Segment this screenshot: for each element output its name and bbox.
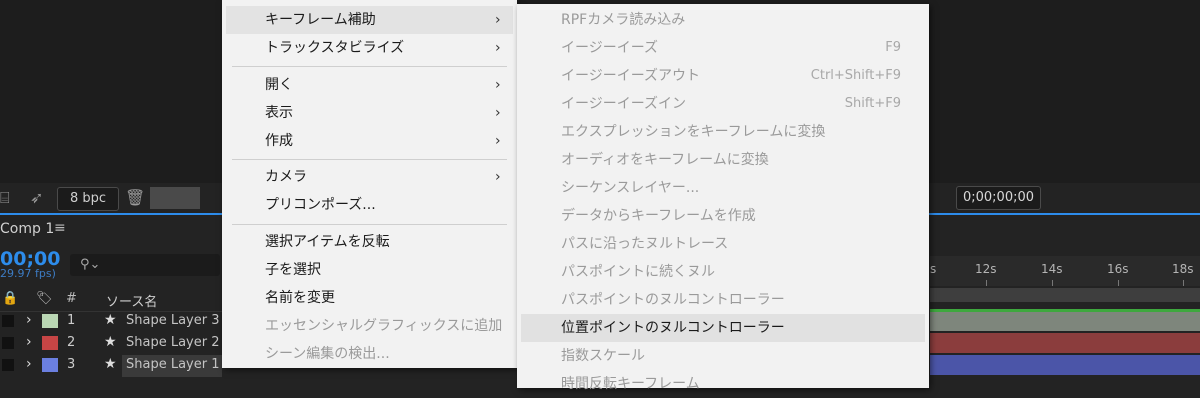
chevron-right-icon: › (495, 133, 501, 149)
chevron-right-icon: › (495, 40, 501, 56)
ruler-label: 12s (975, 262, 997, 276)
work-area-bar[interactable] (930, 288, 1200, 302)
ruler-tick (1183, 280, 1184, 286)
tab-comp-1[interactable]: Comp 1 (0, 221, 54, 237)
visibility-toggle[interactable] (2, 337, 14, 349)
chevron-right-icon[interactable]: › (26, 334, 32, 350)
label-color-swatch[interactable] (42, 358, 58, 372)
shape-layer-icon: ★ (104, 334, 117, 350)
ruler-label: 18s (1172, 262, 1194, 276)
menu-item-select-children[interactable]: 子を選択 (222, 256, 517, 284)
menu-item-camera[interactable]: カメラ › (222, 163, 517, 191)
shape-layer-icon: ★ (104, 356, 117, 372)
menu-item-easy-ease: イージーイーズ F9 (517, 34, 929, 62)
track-edge (930, 309, 1200, 312)
menu-separator (232, 159, 507, 160)
layer-track-bar[interactable] (930, 311, 1200, 331)
ruler-tick (1118, 280, 1119, 286)
menu-item-exponential-scale: 指数スケール (561, 348, 645, 364)
layer-search-input[interactable]: ⚲⌄ (70, 254, 220, 276)
panel-menu-icon[interactable]: ≡ (54, 220, 66, 236)
shortcut-label: Ctrl+Shift+F9 (810, 68, 901, 83)
layer-track-bar[interactable] (930, 355, 1200, 375)
color-swatch[interactable] (150, 187, 200, 209)
shape-layer-icon: ★ (104, 312, 117, 328)
menu-item-add-to-essential-graphics: エッセンシャルグラフィックスに追加 (265, 318, 503, 334)
menu-item-precompose[interactable]: プリコンポーズ... (222, 191, 517, 219)
context-menu: キーフレーム補助 › トラックスタビライズ › 開く › 表示 › 作成 › カ… (222, 0, 517, 368)
layer-track-bar[interactable] (930, 333, 1200, 353)
menu-item-convert-audio-to-keyframes: オーディオをキーフレームに変換 (561, 152, 769, 168)
layer-number: 1 (67, 313, 76, 328)
layer-number-header: # (66, 291, 77, 306)
lock-icon[interactable]: 🔒 (2, 291, 18, 306)
layer-row-selected[interactable]: › 3 ★ Shape Layer 1 (0, 355, 222, 377)
menu-item-track-stabilize[interactable]: トラックスタビライズ › (222, 34, 517, 62)
bpc-button[interactable]: 8 bpc (57, 187, 119, 211)
menu-item-open[interactable]: 開く › (222, 71, 517, 99)
menu-item-scene-edit-detection: シーン編集の検出... (265, 346, 390, 362)
layer-name[interactable]: Shape Layer 2 (126, 335, 220, 350)
source-name-header[interactable]: ソース名 (106, 291, 157, 310)
label-color-swatch[interactable] (42, 336, 58, 350)
menu-item-invert-selection[interactable]: 選択アイテムを反転 (222, 228, 517, 256)
menu-item-sequence-layers: シーケンスレイヤー... (561, 180, 700, 196)
chevron-right-icon: › (495, 169, 501, 185)
viewer-timecode[interactable]: 0;00;00;00 (956, 186, 1041, 210)
menu-item-view[interactable]: 表示 › (222, 99, 517, 127)
shortcut-label: F9 (885, 40, 901, 55)
trash-icon[interactable]: 🗑 (125, 188, 145, 207)
menu-item-position-point-null-controller[interactable]: 位置ポイントのヌルコントローラー (521, 314, 925, 342)
menu-item-create-keyframes-from-data: データからキーフレームを作成 (561, 208, 756, 224)
layer-name[interactable]: Shape Layer 3 (126, 313, 220, 328)
menu-separator (232, 224, 507, 225)
layer-row[interactable]: › 1 ★ Shape Layer 3 (0, 311, 222, 333)
ruler-tick (986, 280, 987, 286)
chevron-right-icon[interactable]: › (26, 312, 32, 328)
rocket-icon[interactable]: ➶ (30, 188, 43, 207)
ruler-tick (1052, 280, 1053, 286)
menu-separator (232, 66, 507, 67)
visibility-toggle[interactable] (2, 359, 14, 371)
layer-row[interactable]: › 2 ★ Shape Layer 2 (0, 333, 222, 355)
time-ruler[interactable] (930, 256, 1200, 286)
menu-item-easy-ease-in: イージーイーズイン Shift+F9 (517, 90, 929, 118)
visibility-toggle[interactable] (2, 315, 14, 327)
layer-name[interactable]: Shape Layer 1 (126, 357, 220, 372)
fps-label: 29.97 fps) (0, 267, 56, 280)
menu-item-rename[interactable]: 名前を変更 (222, 284, 517, 312)
menu-item-nulls-follow-points: パスポイントに続くヌル (561, 264, 715, 280)
search-icon: ⚲⌄ (80, 257, 101, 272)
chevron-right-icon: › (495, 77, 501, 93)
layer-number: 2 (67, 335, 76, 350)
menu-item-keyframe-assistant[interactable]: キーフレーム補助 › (226, 6, 513, 34)
menu-item-easy-ease-out: イージーイーズアウト Ctrl+Shift+F9 (517, 62, 929, 90)
menu-item-time-reverse-keyframes: 時間反転キーフレーム (561, 376, 700, 392)
menu-item-trace-path-null: パスに沿ったヌルトレース (561, 236, 729, 252)
chevron-right-icon[interactable]: › (26, 356, 32, 372)
menu-item-convert-expression-to-keyframes: エクスプレッションをキーフレームに変換 (561, 124, 826, 140)
menu-item-rpf-camera-import: RPFカメラ読み込み (561, 12, 686, 28)
ruler-label: 14s (1041, 262, 1063, 276)
layer-number: 3 (67, 357, 76, 372)
ruler-label: s (930, 262, 937, 276)
menu-item-create[interactable]: 作成 › (222, 127, 517, 155)
chevron-right-icon: › (495, 105, 501, 121)
display-icon[interactable]: ⌸ (0, 188, 10, 208)
chevron-right-icon: › (495, 12, 501, 28)
keyframe-assistant-submenu: RPFカメラ読み込み イージーイーズ F9 イージーイーズアウト Ctrl+Sh… (517, 4, 929, 392)
label-icon[interactable]: 🏷 (36, 291, 53, 306)
shortcut-label: Shift+F9 (844, 96, 901, 111)
label-color-swatch[interactable] (42, 314, 58, 328)
ruler-label: 16s (1107, 262, 1129, 276)
menu-item-points-follow-nulls: パスポイントのヌルコントローラー (561, 292, 785, 308)
